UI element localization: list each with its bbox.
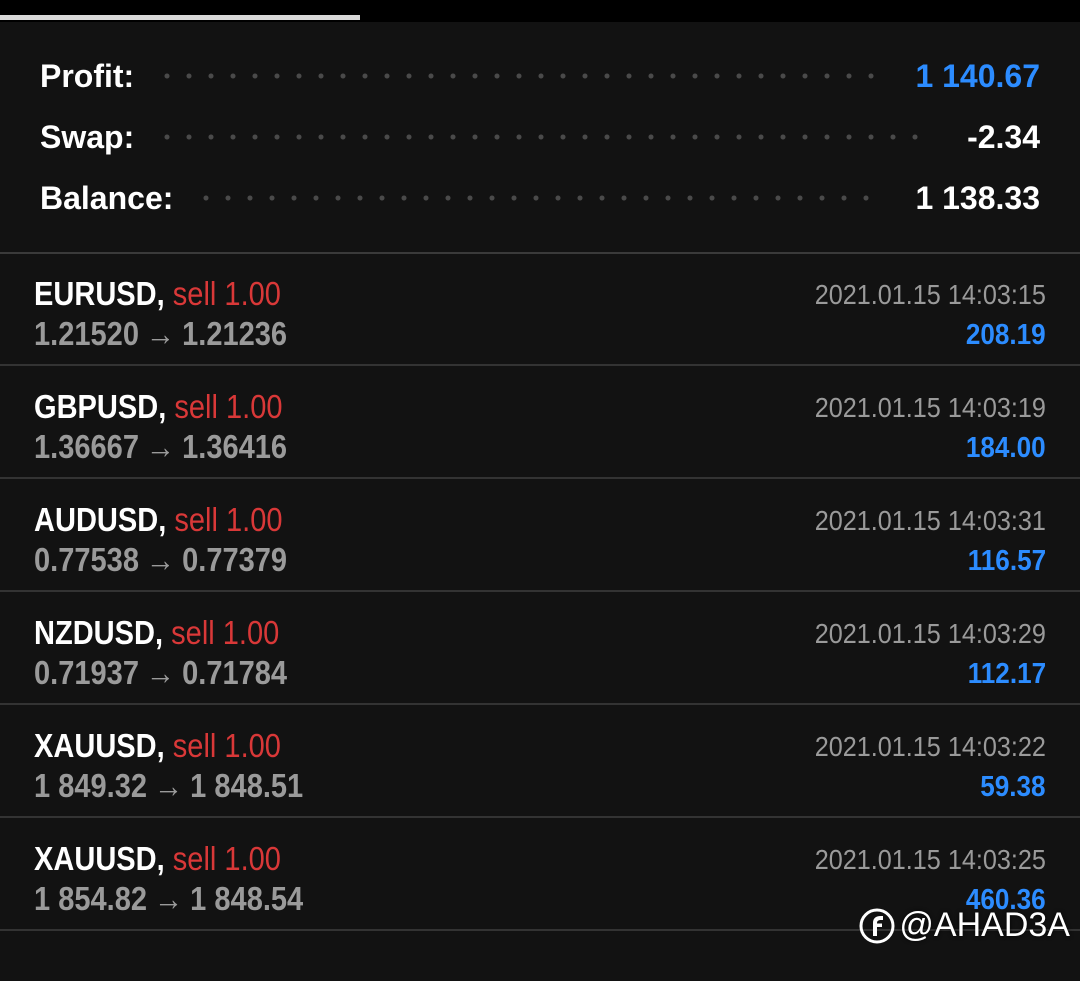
trade-symbol: NZDUSD, xyxy=(34,614,164,651)
trade-title: GBPUSD, sell 1.00 xyxy=(34,388,283,426)
balance-label: Balance: xyxy=(40,179,174,216)
brand-logo-icon xyxy=(859,908,895,943)
trade-row[interactable]: AUDUSD, sell 1.00 0.77538 → 0.77379 2021.0… xyxy=(0,481,1080,592)
open-price: 1 849.32 xyxy=(34,767,148,804)
trade-row[interactable]: NZDUSD, sell 1.00 0.71937 → 0.71784 2021.0… xyxy=(0,594,1080,705)
profit-row: Profit: 1 140.67 xyxy=(40,56,1040,96)
trade-symbol: AUDUSD, xyxy=(34,501,167,538)
trade-time: 2021.01.15 14:03:31 xyxy=(814,505,1046,536)
account-summary: Profit: 1 140.67 Swap: -2.34 Balance: 1 … xyxy=(0,22,1080,252)
watermark-text: @AHAD3A xyxy=(899,906,1070,944)
open-price: 1.21520 xyxy=(34,315,139,352)
profit-value: 1 140.67 xyxy=(915,57,1040,94)
trade-side-volume: sell 1.00 xyxy=(172,840,281,877)
trade-row[interactable]: XAUUSD, sell 1.00 1 849.32 → 1 848.51 2021… xyxy=(0,707,1080,818)
arrow-right-icon: → xyxy=(146,428,176,465)
trade-side-volume: sell 1.00 xyxy=(174,501,283,538)
trade-symbol: GBPUSD, xyxy=(34,388,167,425)
trade-profit: 208.19 xyxy=(966,319,1046,351)
close-price: 0.71784 xyxy=(182,654,288,691)
trade-time: 2021.01.15 14:03:25 xyxy=(814,844,1046,875)
trade-profit: 59.38 xyxy=(980,771,1046,803)
balance-value: 1 138.33 xyxy=(915,179,1040,216)
trade-side-volume: sell 1.00 xyxy=(172,727,281,764)
trade-title: AUDUSD, sell 1.00 xyxy=(34,501,283,539)
trade-profit: 112.17 xyxy=(967,658,1046,690)
trade-prices: 1.21520 → 1.21236 xyxy=(34,315,287,353)
open-price: 0.71937 xyxy=(34,654,139,691)
arrow-right-icon: → xyxy=(146,315,176,352)
trade-row[interactable]: EURUSD, sell 1.00 1.21520 → 1.21236 2021.0… xyxy=(0,255,1080,366)
close-price: 1.36416 xyxy=(182,428,288,465)
trade-time: 2021.01.15 14:03:22 xyxy=(814,731,1046,762)
arrow-right-icon: → xyxy=(154,767,184,804)
close-price: 1 848.51 xyxy=(190,767,304,804)
dot-leader xyxy=(156,73,876,79)
trade-title: NZDUSD, sell 1.00 xyxy=(34,614,279,652)
trade-time: 2021.01.15 14:03:29 xyxy=(814,618,1046,649)
watermark: @AHAD3A xyxy=(859,906,1070,945)
trade-prices: 0.71937 → 0.71784 xyxy=(34,654,287,692)
trade-prices: 0.77538 → 0.77379 xyxy=(34,541,287,579)
summary-divider xyxy=(0,252,1080,254)
trade-side-volume: sell 1.00 xyxy=(171,614,280,651)
trade-title: EURUSD, sell 1.00 xyxy=(34,275,281,313)
arrow-right-icon: → xyxy=(146,541,176,578)
arrow-right-icon: → xyxy=(154,880,184,917)
open-price: 0.77538 xyxy=(34,541,139,578)
trade-prices: 1 849.32 → 1 848.51 xyxy=(34,767,303,805)
open-price: 1.36667 xyxy=(34,428,139,465)
trade-row[interactable]: GBPUSD, sell 1.00 1.36667 → 1.36416 2021.0… xyxy=(0,368,1080,479)
trade-symbol: EURUSD, xyxy=(34,275,165,312)
trade-title: XAUUSD, sell 1.00 xyxy=(34,727,281,765)
trade-side-volume: sell 1.00 xyxy=(172,275,281,312)
trade-time: 2021.01.15 14:03:19 xyxy=(814,392,1046,423)
close-price: 0.77379 xyxy=(182,541,288,578)
trade-time: 2021.01.15 14:03:15 xyxy=(814,279,1046,310)
trade-prices: 1.36667 → 1.36416 xyxy=(34,428,287,466)
swap-label: Swap: xyxy=(40,118,135,155)
balance-row: Balance: 1 138.33 xyxy=(40,178,1040,218)
close-price: 1 848.54 xyxy=(190,880,304,917)
dot-leader xyxy=(156,134,928,140)
arrow-right-icon: → xyxy=(146,654,176,691)
profit-label: Profit: xyxy=(40,57,135,94)
close-price: 1.21236 xyxy=(182,315,288,352)
open-price: 1 854.82 xyxy=(34,880,148,917)
trade-symbol: XAUUSD, xyxy=(34,727,165,764)
trade-title: XAUUSD, sell 1.00 xyxy=(34,840,281,878)
trade-profit: 116.57 xyxy=(967,545,1046,577)
status-bar xyxy=(0,0,1080,22)
swap-row: Swap: -2.34 xyxy=(40,117,1040,157)
trade-prices: 1 854.82 → 1 848.54 xyxy=(34,880,303,918)
trade-profit: 184.00 xyxy=(966,432,1046,464)
swap-value: -2.34 xyxy=(967,118,1040,155)
trade-symbol: XAUUSD, xyxy=(34,840,165,877)
trade-side-volume: sell 1.00 xyxy=(174,388,283,425)
dot-leader xyxy=(195,195,876,201)
loading-progress-bar xyxy=(0,15,360,20)
